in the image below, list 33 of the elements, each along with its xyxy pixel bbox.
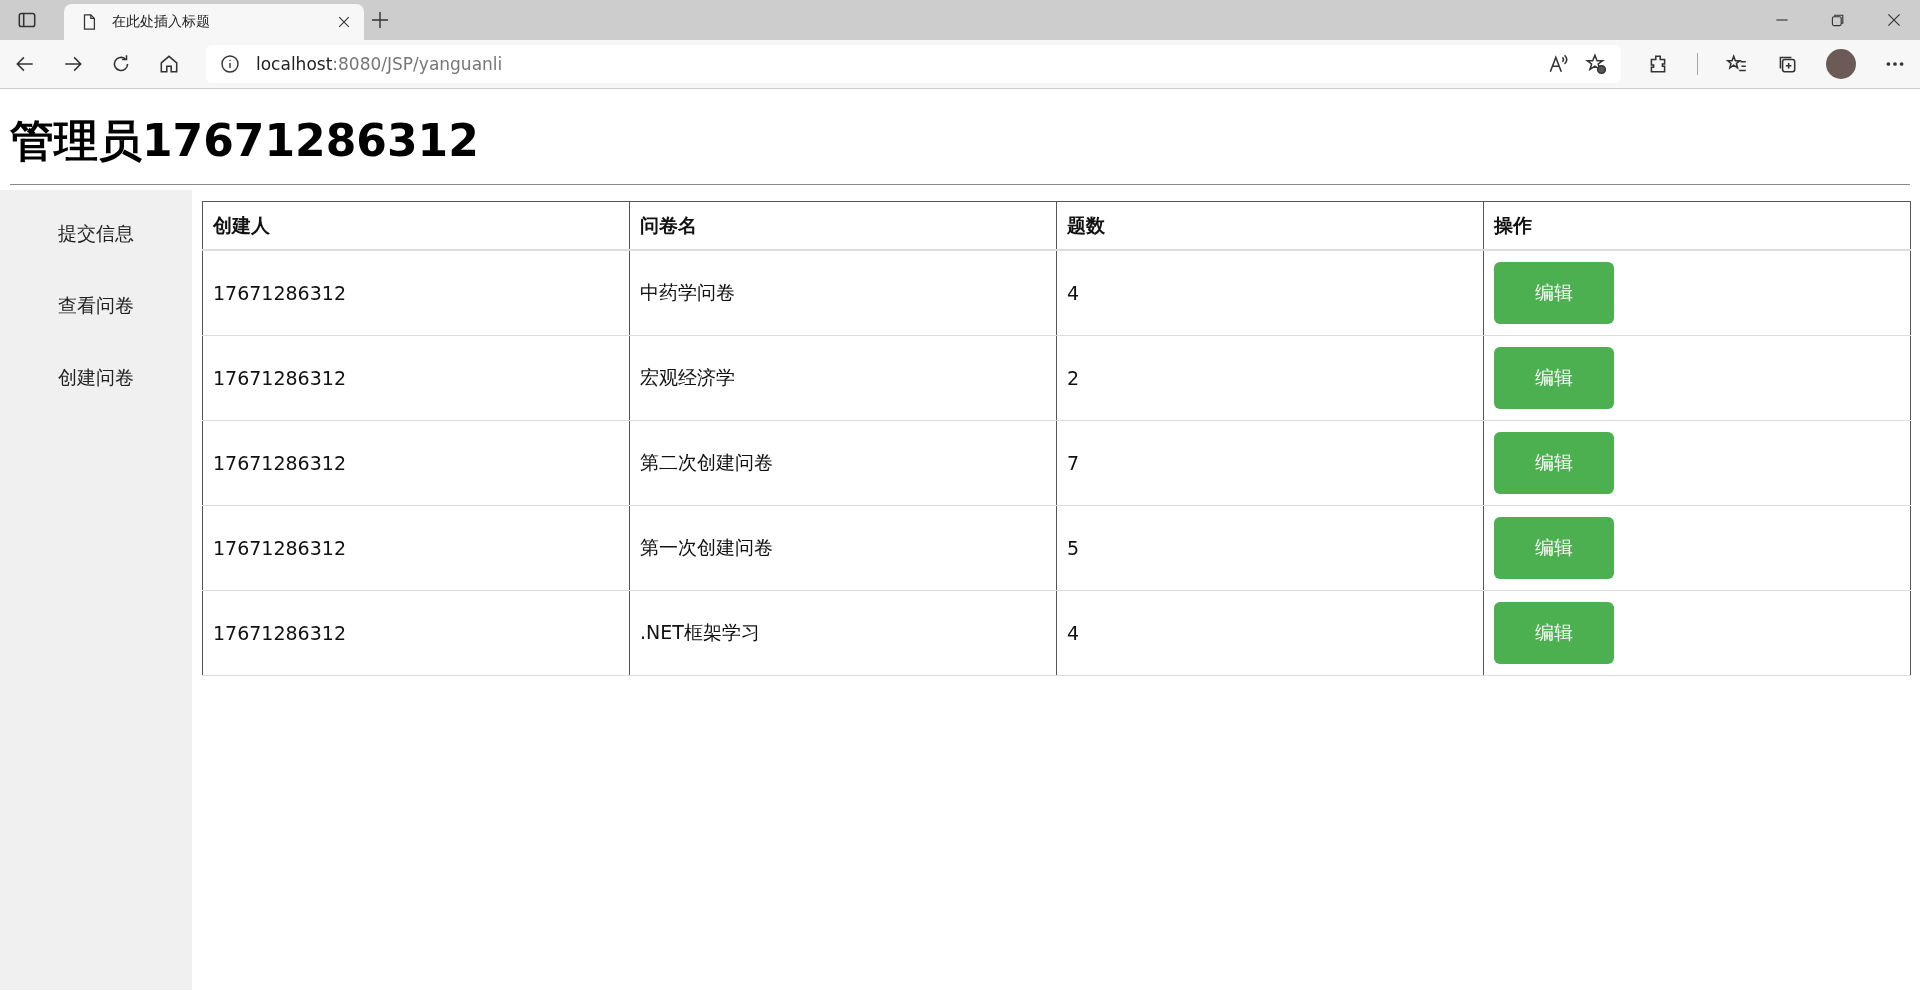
table-cell: 宏观经济学 xyxy=(629,335,1057,421)
table-cell: 17671286312 xyxy=(202,420,630,506)
column-header: 操作 xyxy=(1483,201,1911,250)
table-cell: 17671286312 xyxy=(202,505,630,591)
restore-icon[interactable] xyxy=(1830,12,1846,28)
table-cell: 2 xyxy=(1056,335,1484,421)
column-header: 问卷名 xyxy=(629,201,1057,250)
table-cell: .NET框架学习 xyxy=(629,590,1057,676)
read-aloud-icon[interactable] xyxy=(1547,53,1569,75)
table-cell: 4 xyxy=(1056,250,1484,336)
table-cell: 5 xyxy=(1056,505,1484,591)
sidebar-link[interactable]: 提交信息 xyxy=(58,216,134,250)
close-icon[interactable] xyxy=(336,14,352,30)
column-header: 创建人 xyxy=(202,201,630,250)
sidebar-link[interactable]: 查看问卷 xyxy=(58,288,134,322)
browser-tab[interactable]: 在此处插入标题 xyxy=(64,4,364,40)
table-cell: 17671286312 xyxy=(202,335,630,421)
new-tab-icon[interactable] xyxy=(370,10,390,30)
table-cell: 4 xyxy=(1056,590,1484,676)
table-cell: 第二次创建问卷 xyxy=(629,420,1057,506)
profile-avatar[interactable] xyxy=(1826,49,1856,79)
info-icon[interactable] xyxy=(220,54,240,74)
column-header: 题数 xyxy=(1056,201,1484,250)
table-cell: 7 xyxy=(1056,420,1484,506)
close-icon[interactable] xyxy=(1886,12,1902,28)
table-cell: 第一次创建问卷 xyxy=(629,505,1057,591)
page-heading: 管理员17671286312 xyxy=(9,114,480,168)
sidebar-link[interactable]: 创建问卷 xyxy=(58,360,134,394)
table-cell: 中药学问卷 xyxy=(629,250,1057,336)
table-cell: 17671286312 xyxy=(202,590,630,676)
table-cell: 17671286312 xyxy=(202,250,630,336)
favorite-add-icon[interactable] xyxy=(1585,53,1607,75)
home-icon[interactable] xyxy=(158,53,180,75)
